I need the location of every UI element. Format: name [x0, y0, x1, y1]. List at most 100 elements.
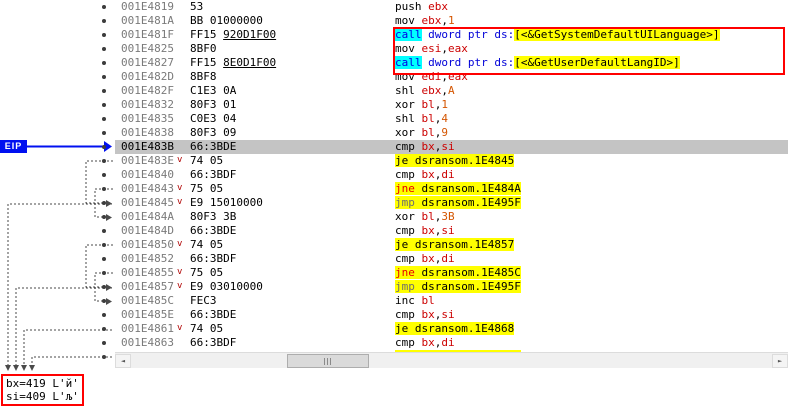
breakpoint-dot-icon — [102, 131, 106, 135]
instruction-cell: jmp dsransom.1E495F — [395, 280, 788, 294]
disasm-row[interactable]: 001E4835 C0E3 04shl bl,4 — [115, 112, 788, 126]
jump-direction-mark — [177, 112, 190, 126]
disasm-row[interactable]: 001E4857vE9 03010000jmp dsransom.1E495F — [115, 280, 788, 294]
address-cell: 001E4838 — [115, 126, 177, 140]
address-cell: 001E4827 — [115, 56, 177, 70]
register-info-si: si=409 L'љ' — [6, 390, 79, 403]
disasm-row[interactable]: 001E4855v75 05jne dsransom.1E485C — [115, 266, 788, 280]
horizontal-scrollbar[interactable]: ◄ ► — [115, 352, 788, 368]
address-cell: 001E4835 — [115, 112, 177, 126]
instruction-cell: shl bl,4 — [395, 112, 788, 126]
instruction-cell: push ebx — [395, 0, 788, 14]
jump-direction-mark — [177, 98, 190, 112]
breakpoint-dot-icon — [102, 299, 106, 303]
disasm-row[interactable]: 001E4827FF15 8E0D1F00call dword ptr ds:[… — [115, 56, 788, 70]
address-cell: 001E4857 — [115, 280, 177, 294]
instruction-cell: inc bl — [395, 294, 788, 308]
instruction-cell: cmp bx,si — [395, 140, 788, 154]
jump-direction-mark — [177, 42, 190, 56]
disasm-row[interactable]: 001E4861v74 05je dsransom.1E4868 — [115, 322, 788, 336]
address-cell: 001E4863 — [115, 336, 177, 350]
address-cell: 001E4832 — [115, 98, 177, 112]
address-cell: 001E483E — [115, 154, 177, 168]
breakpoint-dot-icon — [102, 159, 106, 163]
disasm-row[interactable]: 001E484D66:3BDEcmp bx,si — [115, 224, 788, 238]
bytes-cell: 80F3 09 — [190, 126, 395, 140]
disasm-row[interactable]: 001E481ABB 01000000mov ebx,1 — [115, 14, 788, 28]
instruction-cell: cmp bx,di — [395, 336, 788, 350]
breakpoint-dot-icon — [102, 243, 106, 247]
scroll-right-icon: ► — [778, 357, 782, 365]
jump-direction-mark — [177, 0, 190, 14]
disassembly-pane[interactable]: 001E481953push ebx001E481ABB 01000000mov… — [115, 0, 788, 352]
instruction-cell: mov edi,eax — [395, 70, 788, 84]
jump-direction-mark: v — [177, 322, 190, 336]
disasm-row[interactable]: 001E483280F3 01xor bl,1 — [115, 98, 788, 112]
disasm-row[interactable]: 001E4845vE9 15010000jmp dsransom.1E495F — [115, 196, 788, 210]
disasm-row[interactable]: 001E481FFF15 920D1F00call dword ptr ds:[… — [115, 28, 788, 42]
instruction-cell: call dword ptr ds:[<&GetSystemDefaultUIL… — [395, 28, 788, 42]
bytes-cell: 80F3 3B — [190, 210, 395, 224]
disasm-row[interactable]: 001E482FC1E3 0Ashl ebx,A — [115, 84, 788, 98]
address-cell: 001E482D — [115, 70, 177, 84]
address-cell: 001E4825 — [115, 42, 177, 56]
jump-direction-mark — [177, 210, 190, 224]
disasm-row[interactable]: 001E483B66:3BDEcmp bx,si — [115, 140, 788, 154]
address-cell: 001E4845 — [115, 196, 177, 210]
disasm-row[interactable]: 001E48258BF0mov esi,eax — [115, 42, 788, 56]
disasm-row[interactable]: 001E483880F3 09xor bl,9 — [115, 126, 788, 140]
address-cell: 001E4855 — [115, 266, 177, 280]
jump-direction-mark: v — [177, 182, 190, 196]
bytes-cell: E9 03010000 — [190, 280, 395, 294]
disasm-row[interactable]: 001E4843v75 05jne dsransom.1E484A — [115, 182, 788, 196]
jump-direction-mark: v — [177, 266, 190, 280]
bytes-cell: C0E3 04 — [190, 112, 395, 126]
disasm-row[interactable]: 001E481953push ebx — [115, 0, 788, 14]
jump-direction-mark — [177, 28, 190, 42]
scroll-left-button[interactable]: ◄ — [115, 354, 131, 368]
jump-direction-mark — [177, 168, 190, 182]
disasm-row[interactable]: 001E4850v74 05je dsransom.1E4857 — [115, 238, 788, 252]
disasm-row[interactable]: 001E484066:3BDFcmp bx,di — [115, 168, 788, 182]
disasm-row[interactable]: 001E483Ev74 05je dsransom.1E4845 — [115, 154, 788, 168]
breakpoint-dot-icon — [102, 201, 106, 205]
bytes-cell: 74 05 — [190, 238, 395, 252]
jump-direction-mark: v — [177, 280, 190, 294]
bytes-cell: 8BF8 — [190, 70, 395, 84]
debugger-disassembly-view: EIP 001E481953push ebx001E481ABB 0100000… — [0, 0, 788, 408]
breakpoint-dot-icon — [102, 285, 106, 289]
disasm-row[interactable]: 001E484A80F3 3Bxor bl,3B — [115, 210, 788, 224]
scrollbar-thumb[interactable] — [287, 354, 369, 368]
disasm-row[interactable]: 001E486366:3BDFcmp bx,di — [115, 336, 788, 350]
breakpoint-dot-icon — [102, 355, 106, 359]
bytes-cell: 66:3BDF — [190, 252, 395, 266]
instruction-cell: cmp bx,si — [395, 308, 788, 322]
address-cell: 001E4843 — [115, 182, 177, 196]
scroll-right-button[interactable]: ► — [772, 354, 788, 368]
jump-direction-mark — [177, 294, 190, 308]
address-cell: 001E482F — [115, 84, 177, 98]
disasm-row[interactable]: 001E485266:3BDFcmp bx,di — [115, 252, 788, 266]
breakpoint-dot-icon — [102, 103, 106, 107]
eip-marker: EIP — [0, 140, 27, 153]
breakpoint-dot-icon — [102, 33, 106, 37]
breakpoint-dot-icon — [102, 187, 106, 191]
address-cell: 001E485E — [115, 308, 177, 322]
disasm-row[interactable]: 001E485CFEC3inc bl — [115, 294, 788, 308]
instruction-cell: je dsransom.1E4868 — [395, 322, 788, 336]
instruction-cell: xor bl,3B — [395, 210, 788, 224]
disasm-rows: 001E481953push ebx001E481ABB 01000000mov… — [115, 0, 788, 352]
breakpoint-dot-icon — [102, 47, 106, 51]
jump-direction-mark — [177, 56, 190, 70]
address-cell: 001E484D — [115, 224, 177, 238]
breakpoint-dot-icon — [102, 173, 106, 177]
breakpoint-dot-icon — [102, 313, 106, 317]
breakpoint-dot-icon — [102, 61, 106, 65]
instruction-cell: jne dsransom.1E485C — [395, 266, 788, 280]
jump-flow-graph: EIP — [0, 0, 115, 408]
breakpoint-dot-icon — [102, 215, 106, 219]
disasm-row[interactable]: 001E485E66:3BDEcmp bx,si — [115, 308, 788, 322]
disasm-row[interactable]: 001E482D 8BF8mov edi,eax — [115, 70, 788, 84]
address-cell: 001E4850 — [115, 238, 177, 252]
bytes-cell: FEC3 — [190, 294, 395, 308]
